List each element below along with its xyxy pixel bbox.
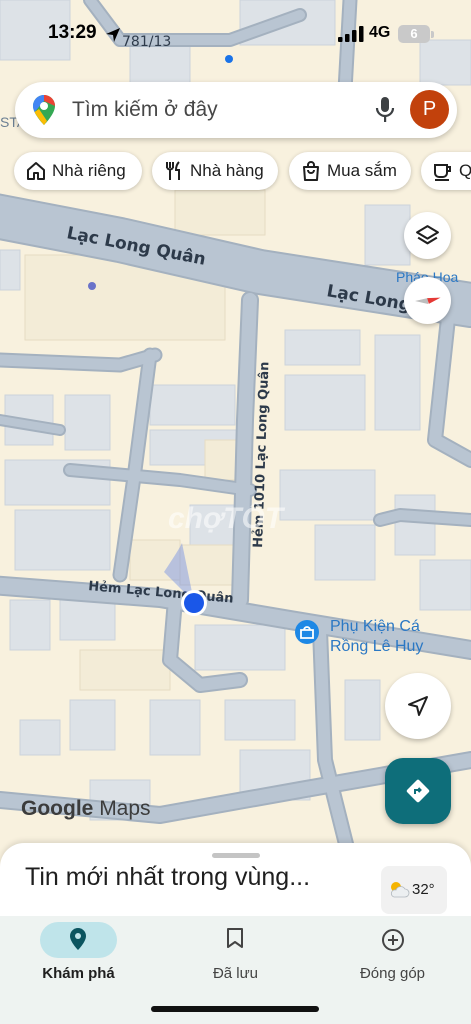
shopping-bag-icon <box>303 161 319 181</box>
explore-pin-icon <box>70 928 86 950</box>
poi-shop-name-line2: Rồng Lê Huy <box>330 638 423 655</box>
google-maps-logo: Google Maps <box>21 797 151 821</box>
nav-saved[interactable]: Đã lưu <box>157 916 314 996</box>
home-icon <box>27 162 45 180</box>
search-bar[interactable]: Tìm kiếm ở đây P <box>15 82 457 138</box>
navigation-arrow-icon <box>408 696 428 716</box>
nav-contribute-label: Đóng góp <box>359 965 426 982</box>
sheet-title: Tin mới nhất trong vùng... <box>25 863 311 891</box>
chip-restaurant-label: Nhà hàng <box>190 161 264 180</box>
google-logo-text: Google <box>21 797 94 820</box>
nav-saved-label: Đã lưu <box>212 965 259 982</box>
chip-home[interactable]: Nhà riêng <box>14 152 142 190</box>
partly-cloudy-icon <box>390 882 410 898</box>
maps-logo-text: Maps <box>99 797 151 820</box>
location-arrow-icon <box>106 28 120 42</box>
temperature: 32° <box>412 881 435 898</box>
compass-button[interactable] <box>404 277 451 324</box>
home-indicator[interactable] <box>151 1006 319 1012</box>
nav-explore-label: Khám phá <box>42 965 115 982</box>
avatar[interactable]: P <box>410 90 449 129</box>
battery-icon: 6 <box>398 25 430 43</box>
chip-restaurant[interactable]: Nhà hàng <box>152 152 278 190</box>
status-bar: 13:29 4G 6 <box>0 0 471 62</box>
status-time: 13:29 <box>48 22 97 43</box>
directions-button[interactable] <box>385 758 451 824</box>
layers-icon <box>416 225 439 245</box>
poi-dot[interactable] <box>88 282 96 290</box>
poi-shop-name-line1: Phụ Kiện Cá <box>330 618 420 635</box>
compass-icon <box>415 297 441 304</box>
chip-home-label: Nhà riêng <box>52 161 126 180</box>
cellular-signal-icon <box>338 26 364 42</box>
chip-coffee[interactable]: Q <box>421 152 471 190</box>
sheet-drag-handle[interactable] <box>212 853 260 858</box>
add-circle-icon <box>382 929 404 951</box>
chip-coffee-label: Q <box>459 161 471 180</box>
coffee-icon <box>434 164 451 181</box>
nav-explore[interactable]: Khám phá <box>0 916 157 996</box>
search-placeholder[interactable]: Tìm kiếm ở đây <box>72 98 218 122</box>
microphone-icon[interactable] <box>374 97 396 123</box>
google-maps-pin-icon <box>33 95 55 125</box>
weather-badge[interactable]: 32° <box>381 866 447 914</box>
layers-button[interactable] <box>404 212 451 259</box>
chip-shopping[interactable]: Mua sắm <box>289 152 411 190</box>
network-type: 4G <box>369 24 391 41</box>
directions-icon <box>406 779 430 803</box>
restaurant-icon <box>166 161 180 180</box>
watermark: chợTỐT <box>168 501 286 535</box>
my-location-button[interactable] <box>385 673 451 739</box>
bookmark-icon <box>227 928 243 948</box>
chip-shopping-label: Mua sắm <box>327 161 397 180</box>
nav-contribute[interactable]: Đóng góp <box>314 916 471 996</box>
battery-tip <box>431 31 434 38</box>
